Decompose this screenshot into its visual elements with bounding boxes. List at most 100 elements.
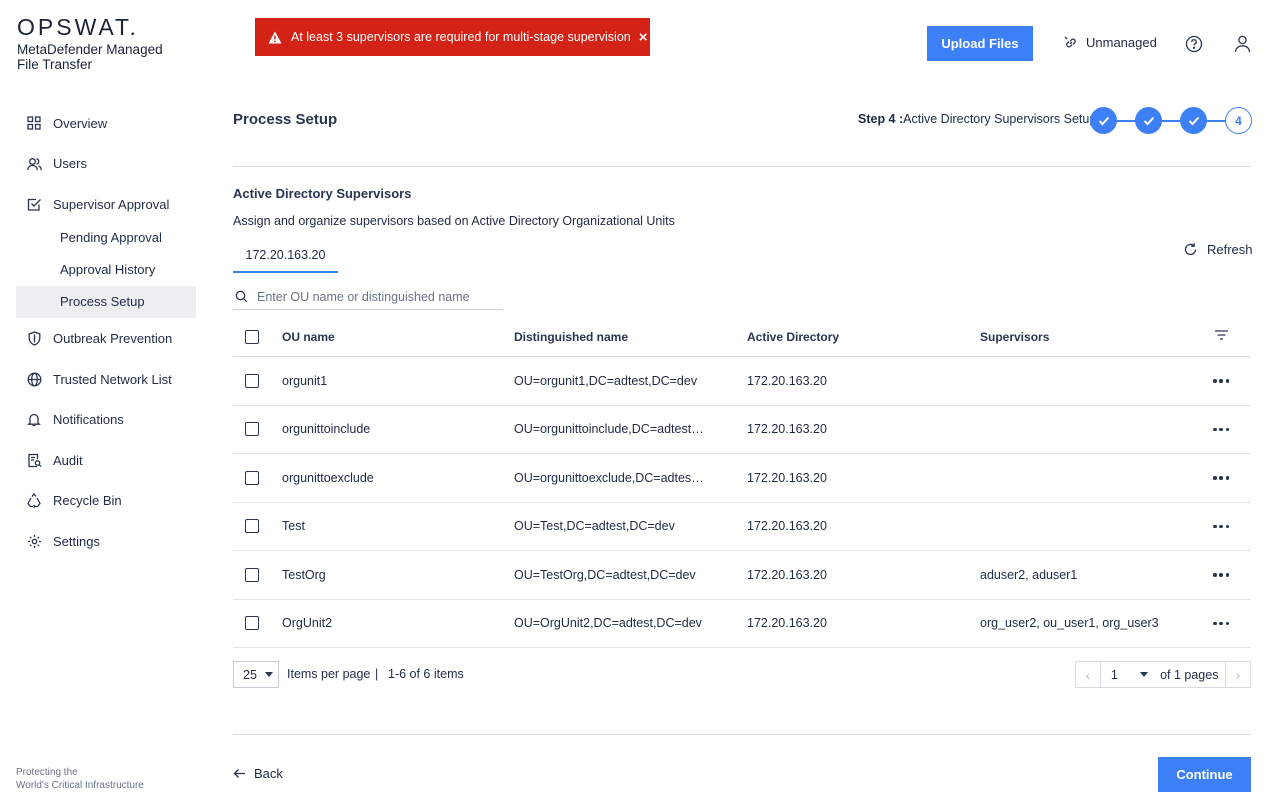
cell-active-directory: 172.20.163.20 [747,616,827,631]
search-input[interactable] [257,289,497,304]
shield-icon [26,331,42,347]
link-icon [1064,36,1078,50]
check-icon [1098,116,1109,125]
row-checkbox[interactable] [245,616,259,631]
more-options-icon[interactable] [1213,524,1229,528]
cell-active-directory: 172.20.163.20 [747,373,827,388]
row-checkbox[interactable] [245,470,259,485]
opswat-logo: OPSWAT. [17,14,139,40]
tagline: Protecting the World's Critical Infrastr… [16,766,144,792]
checkbox-approval-icon [26,196,42,212]
sidebar-item-label: Audit [53,452,83,468]
table-row[interactable]: Test OU=Test,DC=adtest,DC=dev 172.20.163… [233,503,1251,551]
column-header-ou-name[interactable]: OU name [282,330,502,344]
sidebar-item-notifications[interactable]: Notifications [16,403,196,437]
filter-icon[interactable] [1214,329,1229,344]
select-all-checkbox[interactable] [245,329,259,344]
sidebar-item-label: Users [53,156,87,171]
cell-distinguished-name: OU=orgunittoinclude,DC=adtest,... [514,422,704,437]
refresh-button[interactable]: Refresh [1183,242,1253,257]
row-checkbox[interactable] [245,373,259,388]
cell-distinguished-name: OU=OrgUnit2,DC=adtest,DC=dev [514,616,702,631]
more-options-icon[interactable] [1213,476,1229,480]
tab-active-directory[interactable]: 172.20.163.20 [233,238,338,273]
more-options-icon[interactable] [1213,573,1229,577]
sidebar-item-label: Outbreak Prevention [53,331,173,346]
sidebar-item-label: Supervisor Approval [53,196,170,212]
sidebar-item-overview[interactable]: Overview [16,106,196,140]
table-row[interactable]: OrgUnit2 OU=OrgUnit2,DC=adtest,DC=dev 17… [233,600,1251,648]
more-options-icon[interactable] [1213,379,1229,383]
unmanaged-label: Unmanaged [1086,35,1157,50]
table-row[interactable]: TestOrg OU=TestOrg,DC=adtest,DC=dev 172.… [233,551,1251,600]
chevron-right-icon[interactable]: › [1225,662,1250,687]
tagline-line-1: Protecting the [16,767,78,778]
sidebar-item-recycle-bin[interactable]: Recycle Bin [16,484,196,518]
continue-button[interactable]: Continue [1158,757,1251,792]
more-options-icon[interactable] [1213,621,1229,625]
step-name: Active Directory Supervisors Setup [903,112,1097,126]
cell-distinguished-name: OU=Test,DC=adtest,DC=dev [514,519,675,534]
sidebar-subitem-process-setup[interactable]: Process Setup [16,285,196,318]
cell-active-directory: 172.20.163.20 [747,519,827,534]
column-header-supervisors[interactable]: Supervisors [980,330,1200,344]
sidebar-item-trusted-network-list[interactable]: Trusted Network List [16,362,196,396]
sidebar-subitem-approval-history[interactable]: Approval History [16,254,196,286]
total-pages: of 1 pages [1160,667,1219,682]
sidebar-item-users[interactable]: Users [16,147,196,181]
sidebar-item-outbreak-prevention[interactable]: Outbreak Prevention [16,322,196,356]
back-button[interactable]: Back [233,766,283,781]
unmanaged-link[interactable]: Unmanaged [1064,35,1157,50]
search-icon [235,290,248,303]
globe-icon [26,371,42,387]
section-title: Active Directory Supervisors [233,186,412,201]
grid-icon [26,115,42,131]
cell-active-directory: 172.20.163.20 [747,567,827,582]
chevron-left-icon[interactable]: ‹ [1076,662,1101,687]
more-options-icon[interactable] [1213,427,1229,431]
user-profile-icon[interactable] [1234,35,1251,56]
sidebar-subitem-pending-approval[interactable]: Pending Approval [16,222,196,254]
tagline-line-2: World's Critical Infrastructure [16,780,144,791]
items-per-page-select[interactable]: 25 [233,661,279,688]
table-row[interactable]: orgunittoexclude OU=orgunittoexclude,DC=… [233,454,1251,503]
sidebar-item-settings[interactable]: Settings [16,524,196,558]
pager: ‹ 1 of 1 pages › [1075,661,1251,688]
alert-message: At least 3 supervisors are required for … [291,30,631,44]
sidebar-item-label: Notifications [53,412,124,427]
table-row[interactable]: orgunit1 OU=orgunit1,DC=adtest,DC=dev 17… [233,357,1251,406]
arrow-left-icon [233,768,246,779]
refresh-icon [1183,242,1198,257]
sidebar-subitem-label: Process Setup [60,294,145,309]
sidebar: OPSWAT. MetaDefender Managed File Transf… [0,0,210,809]
row-checkbox[interactable] [245,519,259,534]
row-checkbox[interactable] [245,422,259,437]
column-header-active-directory[interactable]: Active Directory [747,330,947,344]
row-checkbox[interactable] [245,567,259,582]
sidebar-item-label: Trusted Network List [53,371,172,387]
close-icon[interactable]: × [639,29,648,46]
error-alert: At least 3 supervisors are required for … [255,18,650,56]
page-select[interactable]: 1 [1101,668,1151,682]
cell-ou-name: OrgUnit2 [282,616,333,631]
sidebar-item-audit[interactable]: Audit [16,443,196,477]
sidebar-item-supervisor-approval[interactable]: Supervisor Approval [16,187,196,221]
section-description: Assign and organize supervisors based on… [233,214,675,228]
product-name: MetaDefender Managed File Transfer [17,42,163,72]
table-row[interactable]: orgunittoinclude OU=orgunittoinclude,DC=… [233,406,1251,454]
cell-supervisors: org_user2, ou_user1, org_user3 [980,616,1159,631]
sidebar-nav: Overview Users Supervisor Approval Pendi… [16,106,196,565]
search-box [233,284,503,310]
page-title: Process Setup [233,111,338,128]
step-number: Step 4 : [858,112,904,126]
sidebar-subitem-label: Pending Approval [60,230,162,245]
back-label: Back [254,766,283,781]
sidebar-item-label: Recycle Bin [53,493,122,508]
table-header: OU name Distinguished name Active Direct… [233,317,1251,357]
help-icon[interactable] [1185,35,1203,56]
column-header-distinguished-name[interactable]: Distinguished name [514,330,704,344]
step-4-current: 4 [1225,107,1252,134]
upload-files-button[interactable]: Upload Files [927,26,1033,61]
cell-ou-name: orgunit1 [282,373,328,388]
step-1-done [1090,107,1117,134]
